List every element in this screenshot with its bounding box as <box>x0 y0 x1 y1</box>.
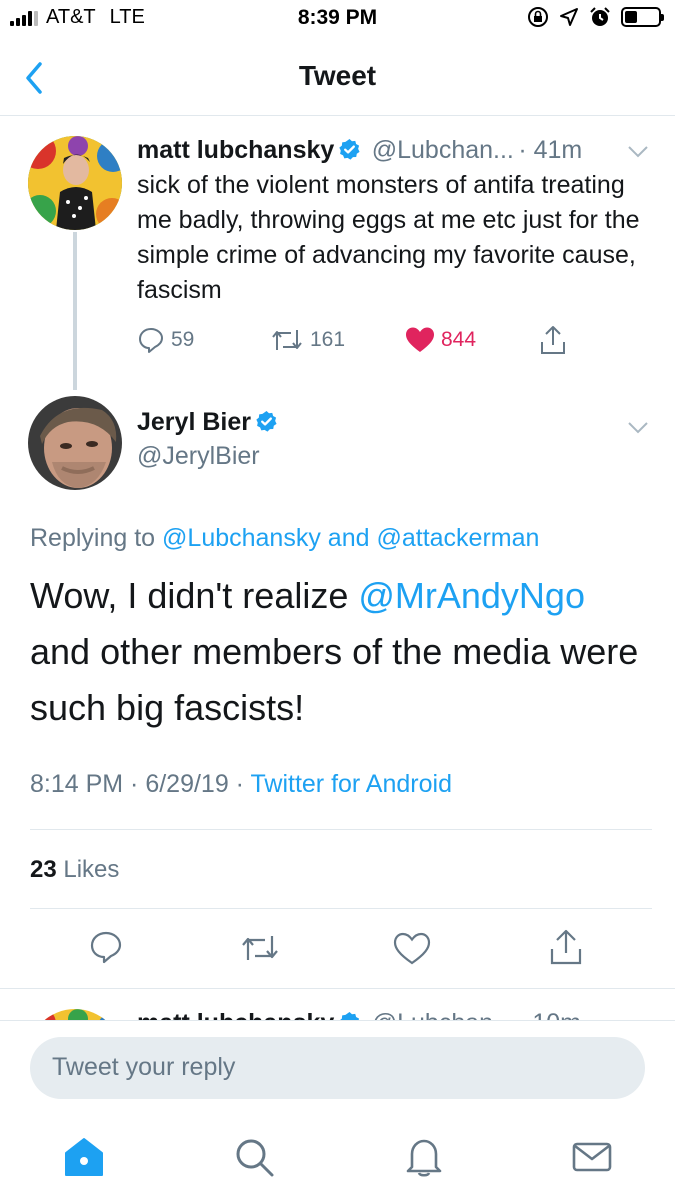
tweet-time: 10m <box>532 1009 581 1020</box>
chevron-down-icon[interactable] <box>626 144 650 160</box>
verified-badge-icon <box>339 138 360 160</box>
search-icon[interactable] <box>232 1135 276 1179</box>
share-action[interactable] <box>538 324 574 356</box>
tab-bar <box>0 1115 675 1200</box>
status-right <box>527 6 664 28</box>
avatar[interactable] <box>28 136 122 230</box>
page-title: Tweet <box>298 60 377 91</box>
tweet-text-part2: and other members of the media were such… <box>30 631 639 728</box>
author-handle[interactable]: @Lubchan... <box>372 1009 514 1020</box>
chevron-down-icon[interactable] <box>626 420 650 436</box>
likes-count: 23 <box>30 856 57 883</box>
retweet-count: 161 <box>310 328 346 351</box>
share-icon <box>541 326 565 354</box>
tweet-time: 41m <box>533 136 583 164</box>
tweet-text: Wow, I didn't realize @MrAndyNgo and othe… <box>30 568 660 736</box>
divider <box>30 908 652 909</box>
retweet-icon <box>272 330 302 350</box>
author-handle[interactable]: @JerylBier <box>137 442 260 471</box>
tweet-meta: 8:14 PM · 6/29/19 · Twitter for Android <box>30 770 452 799</box>
retweet-action[interactable]: 161 <box>270 326 345 354</box>
tweet-date: 8:14 PM · 6/29/19 · <box>30 770 251 798</box>
reply-icon <box>139 328 163 353</box>
mention-link[interactable]: @MrAndyNgo <box>358 575 585 616</box>
reply-bar: Tweet your reply <box>0 1020 675 1115</box>
nav-bar: Tweet <box>0 40 675 116</box>
next-tweet-preview[interactable]: matt lubchansky @Lubchan... 10m <box>0 989 675 1020</box>
tweet-text: sick of the violent monsters of antifa t… <box>137 171 640 304</box>
heart-filled-icon <box>406 327 434 352</box>
like-count: 844 <box>441 328 477 351</box>
thread-line <box>73 232 77 390</box>
replying-and[interactable]: and <box>328 524 370 552</box>
reply-action[interactable]: 59 <box>137 326 194 354</box>
author-name[interactable]: matt lubchansky <box>137 1009 334 1020</box>
notifications-icon[interactable] <box>402 1135 446 1179</box>
divider <box>30 829 652 830</box>
replying-prefix: Replying to <box>30 524 156 552</box>
battery-icon <box>621 7 664 27</box>
likes-label: Likes <box>63 856 120 883</box>
avatar[interactable] <box>28 1009 122 1020</box>
author-name[interactable]: Jeryl Bier <box>137 408 251 436</box>
likes-summary[interactable]: 23 Likes <box>30 856 119 884</box>
author-handle[interactable]: @Lubchan... <box>372 136 514 164</box>
status-bar: AT&T LTE 8:39 PM <box>0 0 675 40</box>
verified-badge-icon <box>340 1011 360 1020</box>
verified-badge-icon <box>256 410 277 432</box>
rotation-lock-icon <box>528 7 548 27</box>
tweet-header: Jeryl Bier <box>137 408 278 437</box>
avatar[interactable] <box>28 396 122 490</box>
mention-link[interactable]: @Lubchansky <box>162 524 321 552</box>
mention-link[interactable]: @attackerman <box>376 524 539 552</box>
tweet-header: matt lubchansky @Lubchan... · 41m <box>137 136 583 164</box>
author-name[interactable]: matt lubchansky <box>137 136 334 164</box>
parent-tweet[interactable]: matt lubchansky @Lubchan... · 41m sick o… <box>0 116 675 392</box>
replying-to: Replying to @Lubchansky and @attackerman <box>30 524 539 553</box>
home-icon[interactable] <box>62 1135 106 1179</box>
alarm-icon <box>590 7 610 26</box>
tweet-header: matt lubchansky @Lubchan... 10m <box>137 1009 581 1020</box>
share-icon[interactable] <box>548 928 584 966</box>
main-tweet: Jeryl Bier @JerylBier Replying to @Lubch… <box>0 392 675 910</box>
like-action[interactable]: 844 <box>405 326 476 354</box>
tweet-source[interactable]: Twitter for Android <box>251 770 452 798</box>
reply-count: 59 <box>171 328 195 351</box>
reply-input[interactable]: Tweet your reply <box>30 1037 645 1099</box>
location-icon <box>560 8 578 26</box>
messages-icon[interactable] <box>570 1135 614 1179</box>
heart-icon[interactable] <box>393 932 431 966</box>
retweet-icon[interactable] <box>240 932 280 964</box>
tweet-text-part1: Wow, I didn't realize <box>30 575 359 616</box>
reply-icon[interactable] <box>89 930 123 964</box>
